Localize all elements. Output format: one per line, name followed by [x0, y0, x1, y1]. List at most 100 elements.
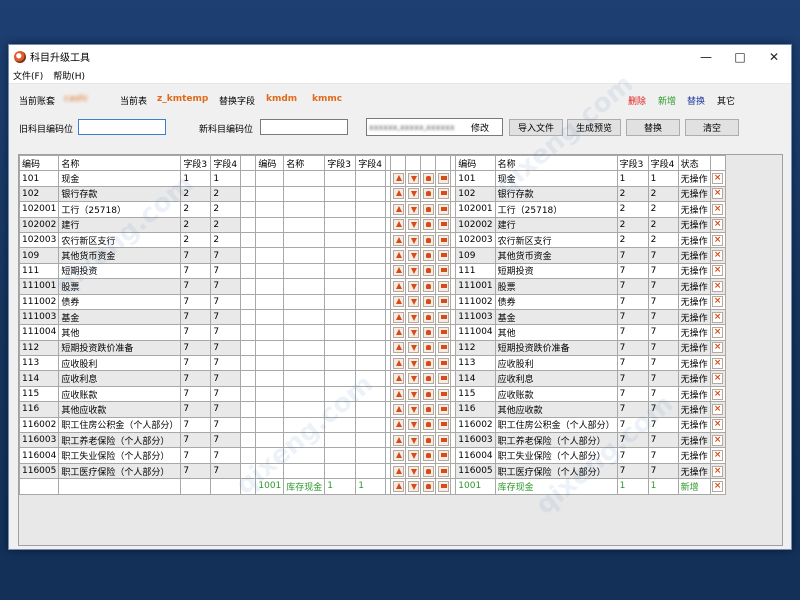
new-cell[interactable] [255, 370, 285, 387]
delete-x-icon[interactable]: × [712, 234, 724, 246]
new-cell[interactable] [255, 462, 285, 480]
menu-file[interactable]: 文件(F) [13, 69, 43, 82]
select-hand-icon[interactable] [422, 388, 434, 400]
move-down-icon[interactable] [407, 265, 419, 277]
apply-flag-icon[interactable] [437, 311, 449, 323]
new-cell[interactable] [324, 278, 357, 295]
delete-x-icon[interactable]: × [712, 419, 724, 431]
select-hand-icon[interactable] [422, 311, 434, 323]
move-up-icon[interactable] [392, 188, 404, 200]
new-cell[interactable] [255, 293, 285, 310]
delete-x-icon[interactable]: × [712, 173, 724, 185]
new-cell[interactable] [355, 247, 387, 264]
table-row[interactable]: 111002 债券 7 7 111002 债券 7 7 无操作 × [19, 293, 726, 310]
table-row[interactable]: 116005 职工医疗保险（个人部分） 7 7 116005 职工医疗保险（个人部分） 7 7… [19, 462, 726, 480]
table-row[interactable]: 112 短期投资跌价准备 7 7 112 短期投资跌价准备 7 7 无操作 × [19, 339, 726, 357]
move-up-icon[interactable] [392, 419, 404, 431]
move-up-icon[interactable] [392, 342, 404, 354]
move-down-icon[interactable] [407, 250, 419, 262]
move-down-icon[interactable] [407, 188, 419, 200]
select-hand-icon[interactable] [422, 450, 434, 462]
move-up-icon[interactable] [392, 311, 404, 323]
apply-flag-icon[interactable] [437, 357, 449, 369]
new-cell[interactable] [283, 416, 326, 434]
new-cell[interactable] [324, 385, 357, 403]
clear-button[interactable]: 清空 [685, 119, 739, 136]
new-cell[interactable] [324, 370, 357, 387]
new-cell[interactable] [255, 339, 285, 357]
new-cell[interactable] [324, 262, 357, 280]
new-cell[interactable] [324, 324, 357, 341]
new-cell[interactable] [324, 462, 357, 480]
col-header[interactable]: 字段4 [647, 155, 679, 172]
new-cell[interactable]: 1 [355, 478, 387, 495]
select-hand-icon[interactable] [422, 480, 434, 492]
delete-x-icon[interactable]: × [712, 450, 724, 462]
delete-x-icon[interactable]: × [712, 250, 724, 262]
new-cell[interactable] [255, 201, 285, 218]
apply-flag-icon[interactable] [437, 250, 449, 262]
table-row[interactable]: 116002 职工住房公积金（个人部分） 7 7 116002 职工住房公积金（个人部分）… [19, 416, 726, 434]
table-row[interactable]: 102002 建行 2 2 102002 建行 2 2 无操作 × [19, 216, 726, 233]
select-hand-icon[interactable] [422, 465, 434, 477]
new-cell[interactable] [324, 308, 357, 326]
apply-flag-icon[interactable] [437, 203, 449, 215]
new-cell[interactable] [283, 447, 326, 464]
new-cell[interactable] [283, 308, 326, 326]
col-header[interactable]: 编码 [255, 155, 285, 172]
col-header[interactable]: 状态 [677, 155, 711, 172]
new-cell[interactable] [283, 432, 326, 449]
apply-flag-icon[interactable] [437, 173, 449, 185]
new-cell[interactable] [255, 262, 285, 280]
new-cell[interactable] [283, 339, 326, 357]
new-cell[interactable] [355, 355, 387, 372]
move-down-icon[interactable] [407, 342, 419, 354]
apply-flag-icon[interactable] [437, 296, 449, 308]
new-cell[interactable] [255, 170, 285, 187]
move-down-icon[interactable] [407, 296, 419, 308]
move-up-icon[interactable] [392, 480, 404, 492]
select-hand-icon[interactable] [422, 403, 434, 415]
table-row[interactable]: 101 现金 1 1 101 现金 1 1 无操作 × [19, 170, 726, 187]
move-down-icon[interactable] [407, 465, 419, 477]
col-header[interactable]: 字段3 [324, 155, 357, 172]
new-cell[interactable] [283, 231, 326, 249]
select-hand-icon[interactable] [422, 219, 434, 231]
select-hand-icon[interactable] [422, 296, 434, 308]
new-cell[interactable] [355, 385, 387, 403]
select-hand-icon[interactable] [422, 419, 434, 431]
col-header[interactable]: 名称 [494, 155, 618, 172]
move-down-icon[interactable] [407, 373, 419, 385]
delete-x-icon[interactable]: × [712, 280, 724, 292]
apply-flag-icon[interactable] [437, 326, 449, 338]
move-down-icon[interactable] [407, 280, 419, 292]
apply-flag-icon[interactable] [437, 419, 449, 431]
col-header[interactable]: 字段4 [210, 155, 242, 172]
move-down-icon[interactable] [407, 203, 419, 215]
new-cell[interactable] [324, 185, 357, 203]
data-grid[interactable]: 编码 名称 字段3 字段4 编码 名称 字段3 字段4 编码 名称 字段3 字段… [18, 154, 783, 546]
move-down-icon[interactable] [407, 311, 419, 323]
new-cell[interactable] [255, 447, 285, 464]
col-header[interactable]: 字段4 [355, 155, 387, 172]
new-cell[interactable] [255, 278, 285, 295]
table-row[interactable]: 115 应收账款 7 7 115 应收账款 7 7 无操作 × [19, 385, 726, 403]
delete-x-icon[interactable]: × [712, 373, 724, 385]
new-cell[interactable] [283, 216, 326, 233]
move-up-icon[interactable] [392, 265, 404, 277]
select-hand-icon[interactable] [422, 357, 434, 369]
delete-x-icon[interactable]: × [712, 357, 724, 369]
move-up-icon[interactable] [392, 357, 404, 369]
move-down-icon[interactable] [407, 434, 419, 446]
delete-x-icon[interactable]: × [712, 480, 724, 492]
new-cell[interactable]: 库存现金 [283, 478, 326, 495]
new-cell[interactable] [355, 201, 387, 218]
new-cell[interactable] [324, 401, 357, 418]
delete-x-icon[interactable]: × [712, 403, 724, 415]
new-cell[interactable] [283, 401, 326, 418]
apply-flag-icon[interactable] [437, 403, 449, 415]
apply-flag-icon[interactable] [437, 265, 449, 277]
move-down-icon[interactable] [407, 357, 419, 369]
table-row[interactable]: 113 应收股利 7 7 113 应收股利 7 7 无操作 × [19, 355, 726, 372]
move-up-icon[interactable] [392, 296, 404, 308]
